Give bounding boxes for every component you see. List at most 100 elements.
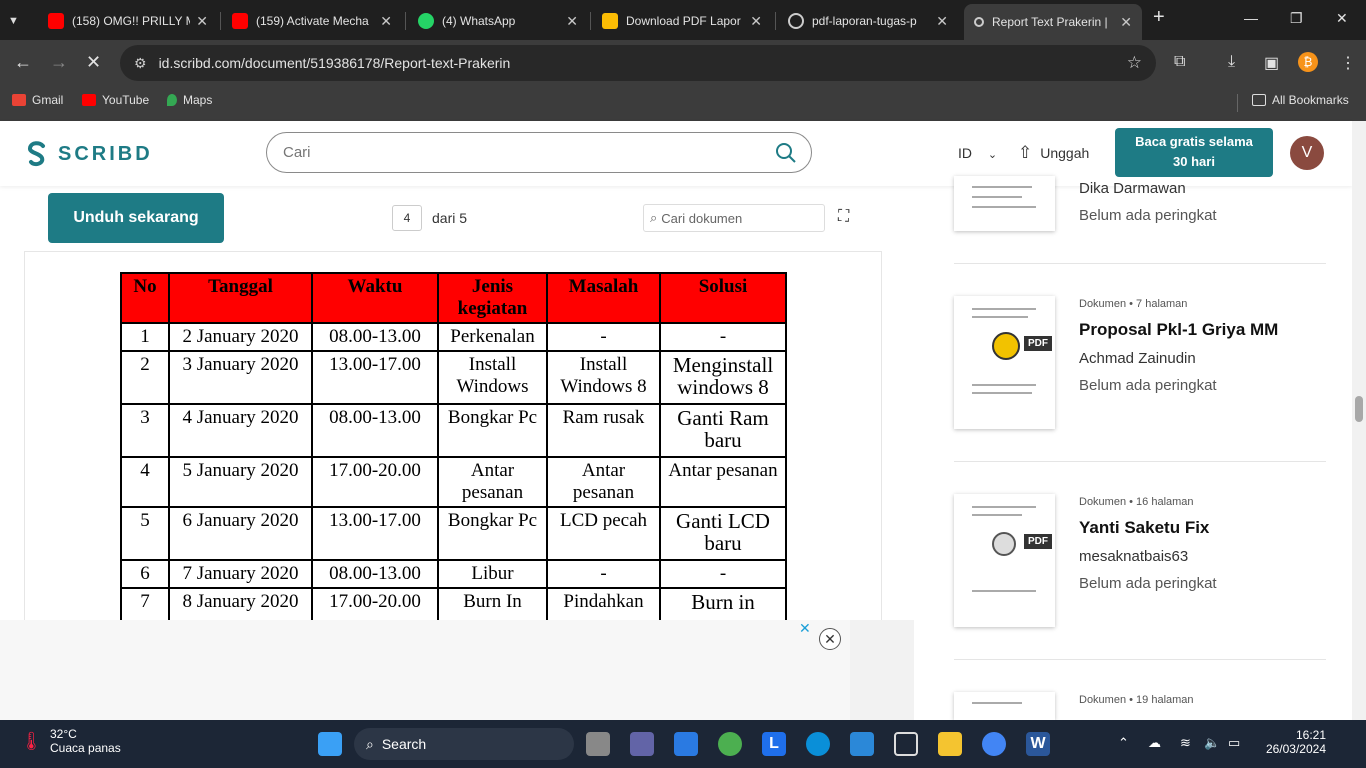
ad-banner[interactable]: ✕ [0, 620, 914, 720]
ad-choices-close-icon[interactable]: ✕ [799, 620, 811, 637]
doc-thumbnail[interactable]: PDF [954, 296, 1055, 429]
clock[interactable]: 16:21 26/03/2024 [1260, 728, 1326, 756]
tab-title: (4) WhatsApp [442, 14, 516, 28]
close-icon[interactable]: ✕ [936, 13, 948, 30]
tab-5[interactable]: pdf-laporan-tugas-p ✕ [778, 6, 958, 36]
avatar[interactable]: V [1290, 136, 1324, 170]
bookmarks-bar: Gmail YouTube Maps All Bookmarks [0, 86, 1366, 121]
header-solusi: Solusi [659, 272, 787, 324]
close-icon[interactable]: ✕ [1120, 14, 1132, 31]
file-explorer-icon[interactable] [938, 732, 962, 756]
app-icon[interactable] [718, 732, 742, 756]
start-icon[interactable] [318, 732, 342, 756]
language-select[interactable]: ID ⌄ [958, 145, 997, 161]
stop-loading-icon[interactable]: ✕ [86, 52, 101, 73]
volume-icon[interactable]: 🔈 [1204, 735, 1220, 751]
download-icon[interactable]: ⤓ [1228, 53, 1235, 71]
forward-icon[interactable]: → [50, 52, 68, 73]
wifi-icon[interactable]: ≋ [1180, 735, 1191, 751]
cell: 17.00-20.00 [311, 456, 439, 508]
tab-title: (158) OMG!! PRILLY M [72, 14, 191, 28]
tab-4[interactable]: Download PDF Lapor ✕ [592, 6, 772, 36]
doc-thumbnail[interactable] [954, 176, 1055, 231]
tab-search-button[interactable]: ▼ [8, 6, 30, 36]
site-info-icon[interactable]: ⚙ [134, 55, 147, 72]
cell: Libur [437, 559, 548, 589]
doc-author[interactable]: mesaknatbais63 [1079, 548, 1188, 565]
scribd-logo[interactable]: SCRIBD [26, 141, 153, 167]
cell: Antar pesanan [659, 456, 787, 508]
page-number-input[interactable]: 4 [392, 205, 422, 231]
photos-icon[interactable] [850, 732, 874, 756]
word-icon[interactable]: W [1026, 732, 1050, 756]
extensions-icon[interactable]: ⧉ [1174, 53, 1185, 71]
header-masalah: Masalah [546, 272, 661, 324]
teams-icon[interactable] [630, 732, 654, 756]
cloud-icon[interactable]: ☁ [1148, 735, 1161, 751]
scrollbar-thumb[interactable] [1355, 396, 1363, 422]
sidepanel-icon[interactable]: ▣ [1264, 53, 1279, 73]
header-tanggal: Tanggal [168, 272, 313, 324]
doc-title[interactable]: Yanti Saketu Fix [1079, 518, 1209, 538]
fullscreen-icon[interactable]: ⛶ [838, 208, 849, 226]
upload-label: Unggah [1040, 145, 1090, 161]
bookmark-gmail[interactable]: Gmail [12, 93, 63, 107]
3d-icon[interactable] [894, 732, 918, 756]
thumb-line [972, 186, 1032, 188]
menu-icon[interactable]: ⋮ [1340, 53, 1356, 73]
document-search-input[interactable]: ⌕ Cari dokumen [643, 204, 825, 232]
doc-meta: Dokumen • 16 halaman [1079, 496, 1194, 508]
address-bar[interactable]: ⚙ id.scribd.com/document/519386178/Repor… [120, 45, 1156, 81]
bookmark-youtube[interactable]: YouTube [82, 93, 149, 107]
weather-widget[interactable]: 🌡 32°C Cuaca panas [20, 727, 121, 755]
download-button[interactable]: Unduh sekarang [48, 193, 224, 243]
bitcoin-extension-icon[interactable]: ₿ [1298, 52, 1318, 72]
back-icon[interactable]: ← [14, 52, 32, 73]
chrome-icon[interactable] [982, 732, 1006, 756]
all-bookmarks[interactable]: All Bookmarks [1252, 93, 1349, 107]
doc-title[interactable]: Proposal Pkl-1 Griya MM [1079, 320, 1278, 340]
close-ad-icon[interactable]: ✕ [819, 628, 841, 650]
search-icon[interactable] [775, 142, 797, 164]
tab-6-active[interactable]: Report Text Prakerin | ✕ [964, 4, 1142, 40]
tab-1[interactable]: (158) OMG!! PRILLY M ✕ [38, 6, 218, 36]
taskbar-search[interactable]: ⌕ Search [354, 728, 574, 760]
close-icon[interactable]: ✕ [196, 13, 208, 30]
cell: 3 [120, 403, 170, 458]
bookmarks-divider [1237, 94, 1238, 112]
new-tab-icon[interactable]: + [1153, 6, 1165, 29]
doc-author[interactable]: Dika Darmawan [1079, 180, 1186, 197]
l-app-icon[interactable]: L [762, 732, 786, 756]
doc-author[interactable]: Achmad Zainudin [1079, 350, 1196, 367]
battery-icon[interactable]: ▭ [1228, 735, 1240, 751]
search-input[interactable]: Cari [266, 132, 812, 173]
minimize-icon[interactable]: — [1244, 10, 1258, 26]
tab-3[interactable]: (4) WhatsApp ✕ [408, 6, 588, 36]
close-window-icon[interactable]: ✕ [1336, 10, 1348, 27]
upload-button[interactable]: ⇧ Unggah [1018, 143, 1089, 163]
cta-line-1: Baca gratis selama [1135, 134, 1253, 149]
restore-icon[interactable]: ❐ [1290, 10, 1303, 27]
tab-title: Report Text Prakerin | [992, 15, 1108, 29]
close-icon[interactable]: ✕ [566, 13, 578, 30]
doc-rating: Belum ada peringkat [1079, 575, 1217, 592]
doc-thumbnail[interactable] [954, 692, 1055, 720]
page-scrollbar[interactable] [1352, 121, 1366, 720]
chevron-up-icon[interactable]: ⌃ [1118, 735, 1129, 751]
browser-tab-bar: ▼ (158) OMG!! PRILLY M ✕ (159) Activate … [0, 0, 1366, 40]
bookmark-maps[interactable]: Maps [167, 93, 212, 107]
task-view-icon[interactable] [586, 732, 610, 756]
tab-2[interactable]: (159) Activate Mecha ✕ [222, 6, 402, 36]
store-icon[interactable] [674, 732, 698, 756]
thumb-line [972, 206, 1036, 208]
globe-icon [788, 13, 804, 29]
close-icon[interactable]: ✕ [380, 13, 392, 30]
close-icon[interactable]: ✕ [750, 13, 762, 30]
edge-icon[interactable] [806, 732, 830, 756]
all-bookmarks-label: All Bookmarks [1272, 93, 1349, 107]
bookmark-star-icon[interactable]: ☆ [1127, 53, 1142, 73]
free-trial-button[interactable]: Baca gratis selama 30 hari [1115, 128, 1273, 177]
date: 26/03/2024 [1265, 742, 1326, 756]
doc-thumbnail[interactable]: PDF [954, 494, 1055, 627]
cell: 08.00-13.00 [311, 403, 439, 458]
